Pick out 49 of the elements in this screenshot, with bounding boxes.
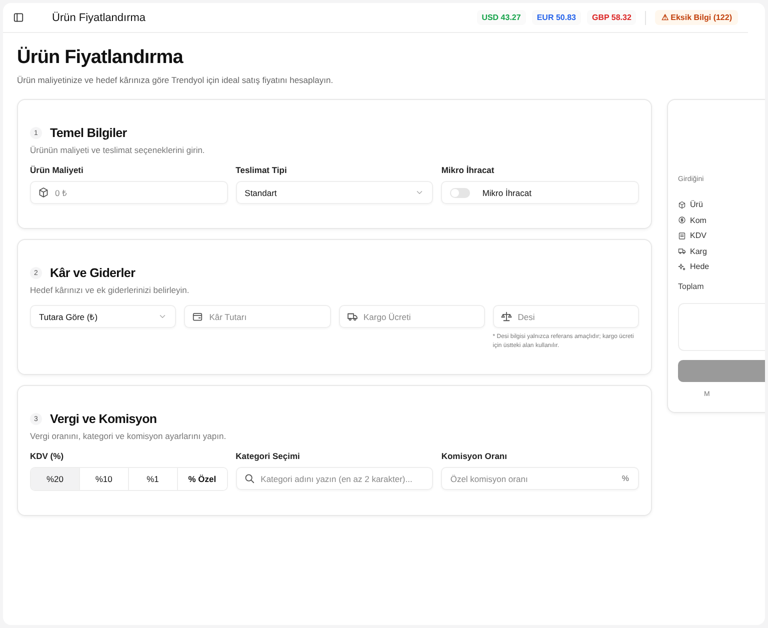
missing-info-badge[interactable]: ⚠ Eksik Bilgi (122) — [655, 10, 738, 25]
section-title: Kâr ve Giderler — [50, 266, 136, 280]
summary-item-label: Karg — [690, 246, 707, 256]
sidebar-toggle-icon[interactable] — [13, 12, 24, 23]
coin-icon — [678, 216, 686, 224]
truck-icon — [346, 311, 358, 322]
dropdown[interactable]: Tutara Göre (₺) — [30, 305, 176, 328]
chevron-down-icon — [415, 188, 424, 197]
field-label: Kategori Seçimi — [236, 451, 301, 462]
dropdown[interactable]: Standart — [236, 181, 434, 204]
input-field[interactable]: Kargo Ücreti — [338, 305, 485, 328]
field-label: Ürün Maliyeti — [30, 165, 84, 175]
sparkle-icon — [678, 262, 686, 271]
summary-item-label: KDV — [690, 231, 706, 240]
section-title: Vergi ve Komisyon — [50, 412, 157, 426]
field-label: KDV (%) — [30, 451, 65, 462]
summary-item-label: Kom — [690, 216, 706, 225]
section-description: Vergi oranını, kategori ve komisyon ayarlarını yapın. — [30, 431, 228, 442]
box-icon — [38, 187, 49, 198]
vat-option[interactable]: %20 — [31, 468, 80, 490]
toggle-label: Mikro İhracat — [482, 188, 532, 198]
summary-item-label: Ürü — [690, 200, 703, 210]
page-heading: Ürün Fiyatlandırma — [17, 47, 184, 69]
box-icon — [678, 200, 686, 209]
truck-icon — [678, 247, 686, 256]
section-description: Ürünün maliyeti ve teslimat seçeneklerini girin. — [30, 145, 206, 155]
scale-icon — [500, 311, 512, 322]
chevron-down-icon — [158, 312, 168, 321]
field-label: Mikro İhracat — [441, 165, 496, 175]
input-field[interactable]: 0 ₺ — [30, 181, 228, 204]
total-label: Toplam — [678, 282, 705, 290]
input-field[interactable]: Kâr Tutarı — [184, 305, 330, 328]
section-title: Temel Bilgiler — [50, 126, 127, 140]
receipt-icon — [678, 232, 686, 240]
wallet-icon — [192, 311, 204, 322]
page-description: Ürün maliyetinize ve hedef kârınıza göre Trendyol için ideal satış fiyatını hesaplayın. — [17, 75, 334, 85]
section-description: Hedef kârınızı ve ek giderlerinizi belirleyin. — [30, 285, 190, 295]
field-label: Komisyon Oranı — [441, 451, 508, 462]
page-title: Ürün Fiyatlandırma — [52, 12, 146, 24]
summary-item-label: Hede — [690, 262, 710, 272]
currency-rate-badge: GBP 58.32 — [586, 10, 636, 25]
input-field[interactable]: Kategori adını yazın (en az 2 karakter)... — [236, 467, 434, 490]
input-field[interactable]: Desi — [492, 305, 639, 328]
search-icon — [244, 473, 255, 484]
percent-suffix: % — [622, 474, 629, 484]
currency-rate-badge: USD 43.27 — [476, 10, 526, 25]
currency-rate-badge: EUR 50.83 — [532, 10, 581, 25]
toggle-switch[interactable] — [450, 188, 470, 198]
field-label: Teslimat Tipi — [236, 165, 288, 175]
